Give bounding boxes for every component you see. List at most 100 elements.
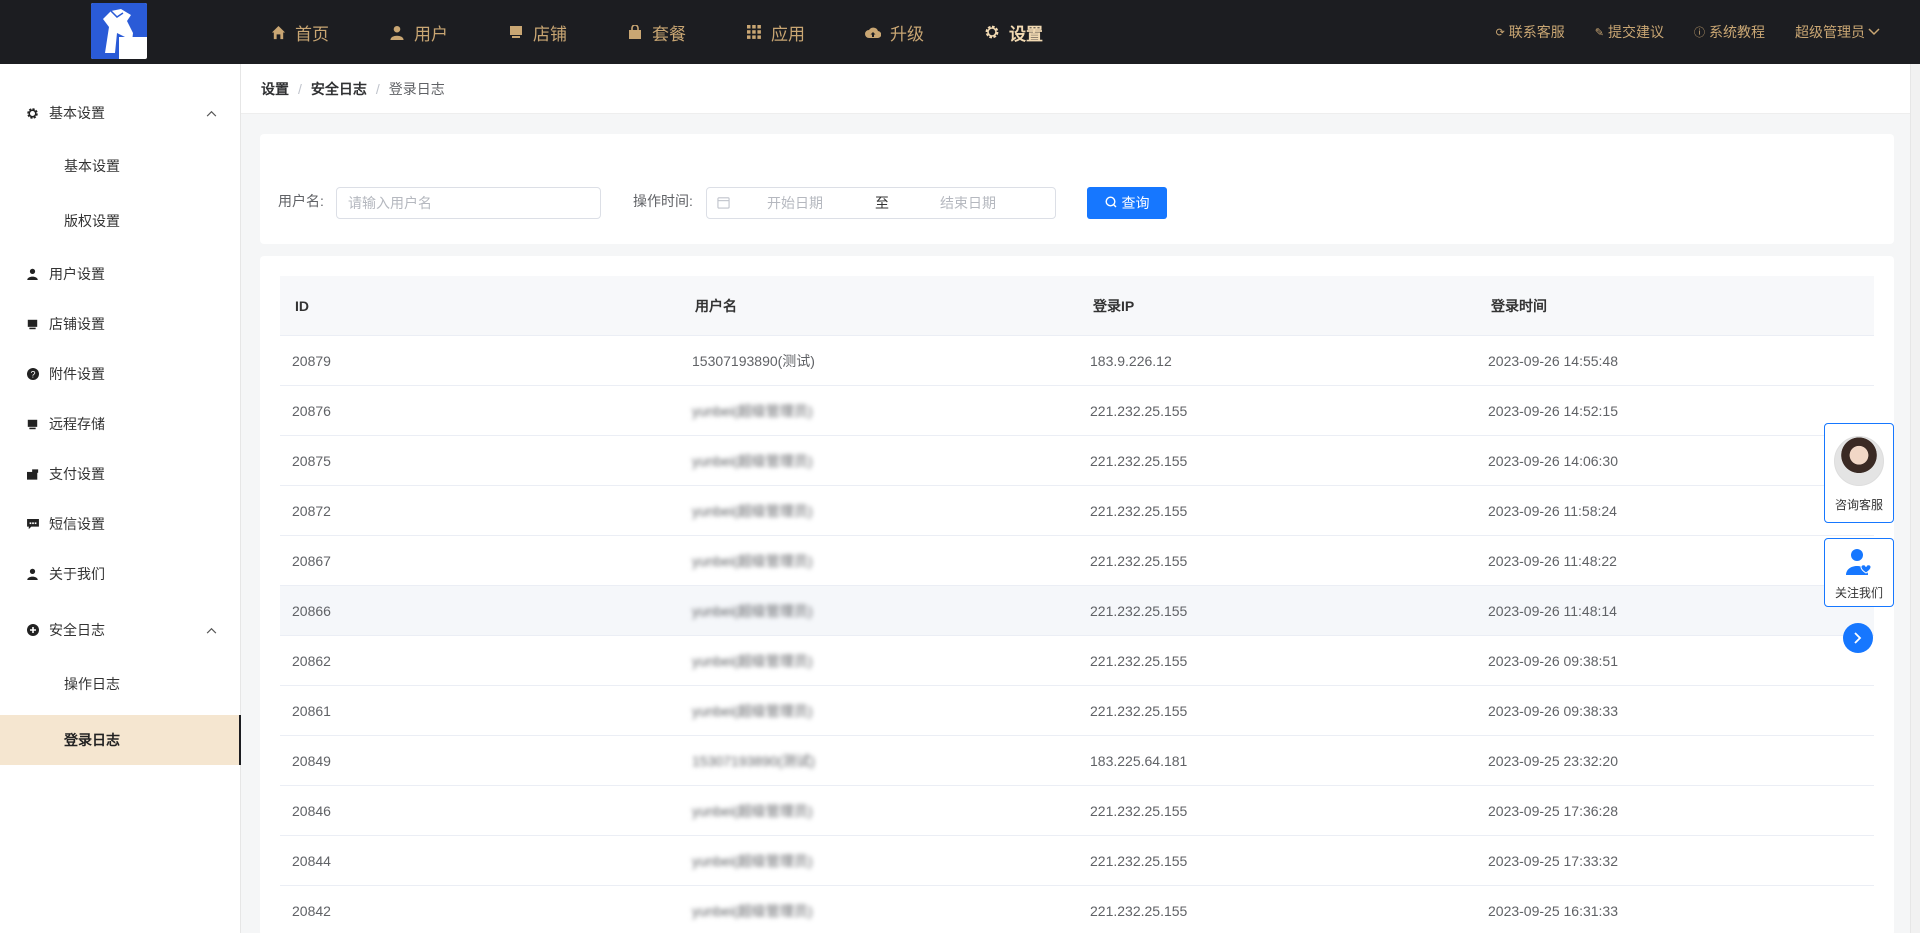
logo[interactable] (91, 3, 147, 59)
sidebar-item-user-settings[interactable]: 用户设置 (0, 249, 240, 299)
cell-ip: 221.232.25.155 (1090, 552, 1188, 569)
nav-packages[interactable]: 套餐 (627, 0, 686, 64)
user-icon (26, 568, 39, 581)
nav-packages-label: 套餐 (652, 24, 686, 44)
user-menu[interactable]: 超级管理员 (1795, 22, 1880, 42)
widget-toggle-button[interactable] (1843, 623, 1873, 653)
svg-text:?: ? (30, 370, 35, 380)
sidebar-item-about[interactable]: 关于我们 (0, 549, 240, 599)
breadcrumb-settings[interactable]: 设置 (261, 79, 289, 99)
cell-ip: 183.9.226.12 (1090, 352, 1172, 369)
cell-username: yunbei(超级管理员) (692, 502, 813, 519)
feedback-link[interactable]: ✎ 提交建议 (1595, 22, 1664, 42)
page-scrollbar[interactable] (1910, 64, 1920, 933)
nav-upgrade[interactable]: 升级 (865, 0, 924, 64)
cell-ip: 221.232.25.155 (1090, 602, 1188, 619)
filter-panel: 用户名: 请输入用户名 操作时间: 开始日期 至 结束日期 查询 (260, 134, 1894, 244)
cell-username: yunbei(超级管理员) (692, 852, 813, 869)
nav-apps-label: 应用 (771, 24, 805, 44)
sidebar-item-op-log[interactable]: 操作日志 (0, 659, 240, 709)
sidebar-group-basic[interactable]: 基本设置 (0, 88, 240, 138)
package-icon (627, 24, 643, 40)
top-navbar: 首页 用户 店铺 套餐 应用 升级 设置 ⟳ 联系客服 ✎ 提交建议 ⓘ 系统教… (0, 0, 1920, 64)
nav-upgrade-label: 升级 (890, 24, 924, 44)
cell-username: yunbei(超级管理员) (692, 402, 813, 419)
cell-id: 20867 (292, 552, 331, 569)
nav-settings[interactable]: 设置 (984, 0, 1043, 64)
username-input[interactable]: 请输入用户名 (336, 187, 601, 219)
cell-ip: 221.232.25.155 (1090, 502, 1188, 519)
cell-username: yunbei(超级管理员) (692, 602, 813, 619)
nav-apps[interactable]: 应用 (746, 0, 805, 64)
start-date-input[interactable]: 开始日期 (767, 193, 823, 213)
nav-home[interactable]: 首页 (270, 0, 329, 64)
cell-ip: 221.232.25.155 (1090, 902, 1188, 919)
cell-username: yunbei(超级管理员) (692, 652, 813, 669)
message-icon (26, 518, 39, 531)
table-row: 20875 yunbei(超级管理员) 221.232.25.155 2023-09-… (280, 436, 1874, 486)
cell-id: 20862 (292, 652, 331, 669)
tutorial-link[interactable]: ⓘ 系统教程 (1694, 22, 1765, 42)
avatar (1834, 436, 1884, 486)
cell-id: 20879 (292, 352, 331, 369)
sidebar-item-attachment[interactable]: ? 附件设置 (0, 349, 240, 399)
cell-id: 20861 (292, 702, 331, 719)
cell-id: 20849 (292, 752, 331, 769)
apps-icon (746, 24, 762, 40)
search-icon (1104, 195, 1117, 211)
table-row: 20844 yunbei(超级管理员) 221.232.25.155 2023-09-… (280, 836, 1874, 886)
sidebar-item-sms[interactable]: 短信设置 (0, 499, 240, 549)
chevron-up-icon (206, 623, 217, 637)
cell-login-time: 2023-09-26 09:38:51 (1488, 652, 1618, 669)
sidebar-item-store-settings[interactable]: 店铺设置 (0, 299, 240, 349)
cell-ip: 183.225.64.181 (1090, 752, 1188, 769)
follow-us-widget[interactable]: 关注我们 (1824, 538, 1894, 607)
store-icon (508, 24, 524, 40)
cell-ip: 221.232.25.155 (1090, 402, 1188, 419)
date-range-picker[interactable]: 开始日期 至 结束日期 (706, 187, 1056, 219)
time-label: 操作时间: (633, 193, 693, 209)
contact-support-link[interactable]: ⟳ 联系客服 (1496, 22, 1565, 42)
sidebar-item-payment[interactable]: 支付设置 (0, 449, 240, 499)
cell-ip: 221.232.25.155 (1090, 452, 1188, 469)
table-row: 20849 15307193890(测试) 183.225.64.181 2023-0… (280, 736, 1874, 786)
login-log-table: ID 用户名 登录IP 登录时间 20879 15307193890(测试) 183… (260, 256, 1894, 933)
store-icon (26, 318, 39, 331)
table-header: ID 用户名 登录IP 登录时间 (280, 276, 1874, 336)
cell-login-time: 2023-09-26 14:06:30 (1488, 452, 1618, 469)
table-row: 20876 yunbei(超级管理员) 221.232.25.155 2023-09-… (280, 386, 1874, 436)
wallet-icon (26, 468, 39, 481)
sidebar-item-copyright[interactable]: 版权设置 (0, 196, 240, 246)
column-header-time: 登录时间 (1491, 297, 1547, 314)
column-header-username: 用户名 (695, 297, 737, 314)
end-date-input[interactable]: 结束日期 (940, 193, 996, 213)
cloud-upload-icon (865, 24, 881, 40)
nav-home-label: 首页 (295, 24, 329, 44)
table-row: 20879 15307193890(测试) 183.9.226.12 2023-09-… (280, 336, 1874, 386)
cell-id: 20875 (292, 452, 331, 469)
nav-users[interactable]: 用户 (389, 0, 448, 64)
home-icon (270, 24, 286, 40)
cell-login-time: 2023-09-26 11:58:24 (1488, 502, 1617, 519)
sidebar-item-remote-storage[interactable]: 远程存储 (0, 399, 240, 449)
plus-circle-icon (26, 624, 39, 637)
cell-ip: 221.232.25.155 (1090, 852, 1188, 869)
monitor-icon (26, 418, 39, 431)
main-nav: 首页 用户 店铺 套餐 应用 升级 设置 (270, 0, 1103, 64)
query-button[interactable]: 查询 (1087, 187, 1167, 219)
cell-login-time: 2023-09-26 11:48:14 (1488, 602, 1617, 619)
consult-support-widget[interactable]: 咨询客服 (1824, 423, 1894, 523)
user-icon (389, 24, 405, 40)
sidebar-item-basic-settings[interactable]: 基本设置 (0, 141, 240, 191)
sidebar-item-login-log[interactable]: 登录日志 (0, 715, 241, 765)
table-row: 20862 yunbei(超级管理员) 221.232.25.155 2023-09-… (280, 636, 1874, 686)
cell-login-time: 2023-09-26 11:48:22 (1488, 552, 1617, 569)
breadcrumb-login-log: 登录日志 (388, 80, 445, 97)
sidebar-group-security[interactable]: 安全日志 (0, 605, 240, 655)
nav-stores[interactable]: 店铺 (508, 0, 567, 64)
breadcrumb: 设置 / 安全日志 / 登录日志 (241, 64, 1920, 114)
breadcrumb-security-log[interactable]: 安全日志 (311, 79, 367, 99)
cell-login-time: 2023-09-26 14:52:15 (1488, 402, 1618, 419)
table-row: 20866 yunbei(超级管理员) 221.232.25.155 2023-09-… (280, 586, 1874, 636)
column-header-ip: 登录IP (1093, 297, 1135, 314)
